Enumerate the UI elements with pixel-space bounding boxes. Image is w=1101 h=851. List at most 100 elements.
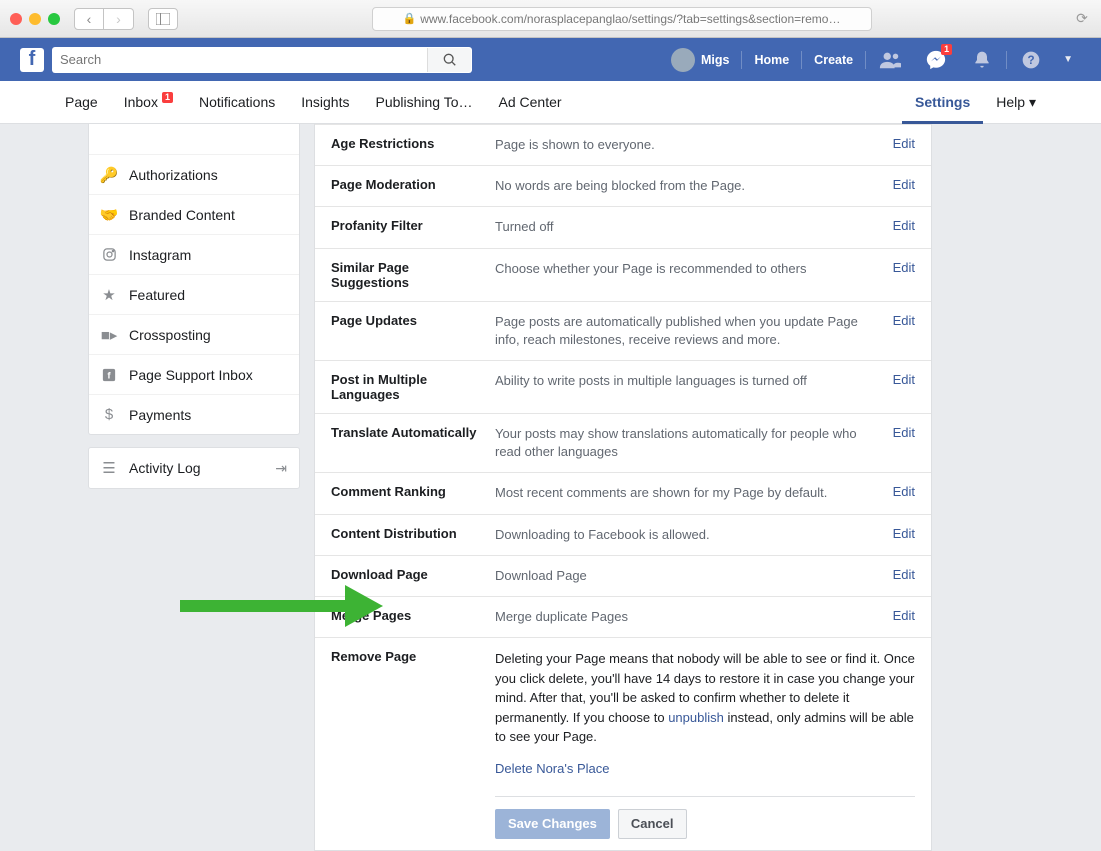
reload-button[interactable]: ⟳ [1073, 10, 1091, 28]
key-icon: 🔑 [101, 167, 117, 183]
search-box[interactable] [52, 47, 472, 73]
annotation-arrow [180, 585, 383, 627]
tab-help[interactable]: Help ▾ [983, 81, 1049, 123]
url-text: www.facebook.com/norasplacepanglao/setti… [420, 12, 840, 26]
edit-link[interactable]: Edit [893, 425, 915, 440]
setting-label: Translate Automatically [331, 425, 495, 440]
edit-link[interactable]: Edit [893, 567, 915, 582]
profile-link[interactable]: Migs [661, 38, 739, 81]
dollar-icon: $ [101, 407, 117, 423]
edit-link[interactable]: Edit [893, 260, 915, 275]
maximize-window-icon[interactable] [48, 13, 60, 25]
tab-insights[interactable]: Insights [288, 81, 362, 123]
sidebar-item-label: Branded Content [129, 207, 235, 223]
minimize-window-icon[interactable] [29, 13, 41, 25]
sidebar-item-featured[interactable]: ★ Featured [89, 274, 299, 314]
setting-desc: Downloading to Facebook is allowed. [495, 526, 893, 544]
sidebar-item-authorizations[interactable]: 🔑 Authorizations [89, 154, 299, 194]
tab-inbox[interactable]: Inbox1 [111, 81, 186, 123]
activity-log-link[interactable]: ☰ Activity Log ⇥ [89, 448, 299, 488]
edit-link[interactable]: Edit [893, 177, 915, 192]
activity-log-label: Activity Log [129, 460, 201, 476]
activity-log-panel: ☰ Activity Log ⇥ [88, 447, 300, 489]
video-icon: ■▸ [101, 327, 117, 343]
tab-publishing[interactable]: Publishing To… [362, 81, 485, 123]
sidebar-item-crossposting[interactable]: ■▸ Crossposting [89, 314, 299, 354]
messenger-icon[interactable]: 1 [914, 38, 958, 81]
sidebar-item-label: Page Support Inbox [129, 367, 253, 383]
close-window-icon[interactable] [10, 13, 22, 25]
setting-desc: Page posts are automatically published w… [495, 313, 893, 349]
home-link[interactable]: Home [744, 38, 799, 81]
save-changes-button[interactable]: Save Changes [495, 809, 610, 839]
exit-icon: ⇥ [275, 460, 287, 477]
tab-ad-center[interactable]: Ad Center [486, 81, 575, 123]
edit-link[interactable]: Edit [893, 608, 915, 623]
lock-icon: 🔒 [403, 12, 417, 25]
setting-label: Content Distribution [331, 526, 495, 541]
window-controls [10, 13, 60, 25]
edit-link[interactable]: Edit [893, 218, 915, 233]
arrow-line [180, 600, 345, 612]
arrow-head-icon [345, 585, 383, 627]
setting-desc: Choose whether your Page is recommended … [495, 260, 893, 278]
avatar-icon [671, 48, 695, 72]
help-icon[interactable]: ? [1009, 38, 1053, 81]
svg-text:?: ? [1028, 54, 1035, 67]
settings-sidebar: 🔑 Authorizations 🤝 Branded Content Insta… [88, 124, 300, 435]
search-input[interactable] [60, 52, 427, 67]
unpublish-link[interactable]: unpublish [668, 710, 724, 725]
forward-button[interactable]: › [104, 8, 134, 30]
sidebar-item-label: Instagram [129, 247, 191, 263]
button-row: Save Changes Cancel [495, 809, 915, 839]
setting-desc: Your posts may show translations automat… [495, 425, 893, 461]
setting-row: Merge PagesMerge duplicate PagesEdit [315, 596, 931, 637]
sidebar-item-payments[interactable]: $ Payments [89, 394, 299, 434]
sidebar-item-label: Payments [129, 407, 191, 423]
sidebar-toggle-button[interactable] [148, 8, 178, 30]
sidebar-item-partial[interactable] [89, 124, 299, 154]
tab-settings[interactable]: Settings [902, 81, 983, 123]
delete-page-link[interactable]: Delete Nora's Place [495, 761, 609, 776]
messenger-badge: 1 [941, 44, 952, 55]
search-button[interactable] [427, 48, 471, 72]
inbox-badge: 1 [162, 92, 173, 103]
setting-label: Download Page [331, 567, 495, 582]
edit-link[interactable]: Edit [893, 484, 915, 499]
edit-link[interactable]: Edit [893, 313, 915, 328]
back-button[interactable]: ‹ [74, 8, 104, 30]
username: Migs [701, 53, 729, 67]
account-dropdown-icon[interactable]: ▼ [1055, 54, 1081, 65]
browser-titlebar: ‹ › 🔒 www.facebook.com/norasplacepanglao… [0, 0, 1101, 38]
tab-page[interactable]: Page [52, 81, 111, 123]
facebook-logo[interactable]: f [20, 48, 44, 72]
notifications-icon[interactable] [960, 38, 1004, 81]
divider [495, 796, 915, 797]
sidebar-item-branded-content[interactable]: 🤝 Branded Content [89, 194, 299, 234]
edit-link[interactable]: Edit [893, 136, 915, 151]
cancel-button[interactable]: Cancel [618, 809, 687, 839]
setting-label: Similar Page Suggestions [331, 260, 495, 290]
tab-notifications[interactable]: Notifications [186, 81, 288, 123]
content-area: 🔑 Authorizations 🤝 Branded Content Insta… [0, 124, 1101, 851]
edit-link[interactable]: Edit [893, 372, 915, 387]
create-link[interactable]: Create [804, 38, 863, 81]
setting-row: Post in Multiple LanguagesAbility to wri… [315, 360, 931, 413]
sidebar-item-page-support-inbox[interactable]: f Page Support Inbox [89, 354, 299, 394]
setting-desc: Page is shown to everyone. [495, 136, 893, 154]
setting-row: Similar Page SuggestionsChoose whether y… [315, 248, 931, 301]
edit-link[interactable]: Edit [893, 526, 915, 541]
facebook-topbar: f Migs Home Create 1 ? [0, 38, 1101, 81]
support-icon: f [101, 367, 117, 383]
page-subnav: Page Inbox1 Notifications Insights Publi… [0, 81, 1101, 124]
setting-label: Comment Ranking [331, 484, 495, 499]
sidebar-item-instagram[interactable]: Instagram [89, 234, 299, 274]
nav-arrows: ‹ › [74, 8, 134, 30]
setting-desc: Merge duplicate Pages [495, 608, 893, 626]
setting-row: Page ModerationNo words are being blocke… [315, 165, 931, 206]
setting-row: Profanity FilterTurned offEdit [315, 206, 931, 247]
sidebar-item-label: Crossposting [129, 327, 211, 343]
url-bar[interactable]: 🔒 www.facebook.com/norasplacepanglao/set… [372, 7, 872, 31]
friend-requests-icon[interactable] [868, 38, 912, 81]
sidebar-item-label: Featured [129, 287, 185, 303]
